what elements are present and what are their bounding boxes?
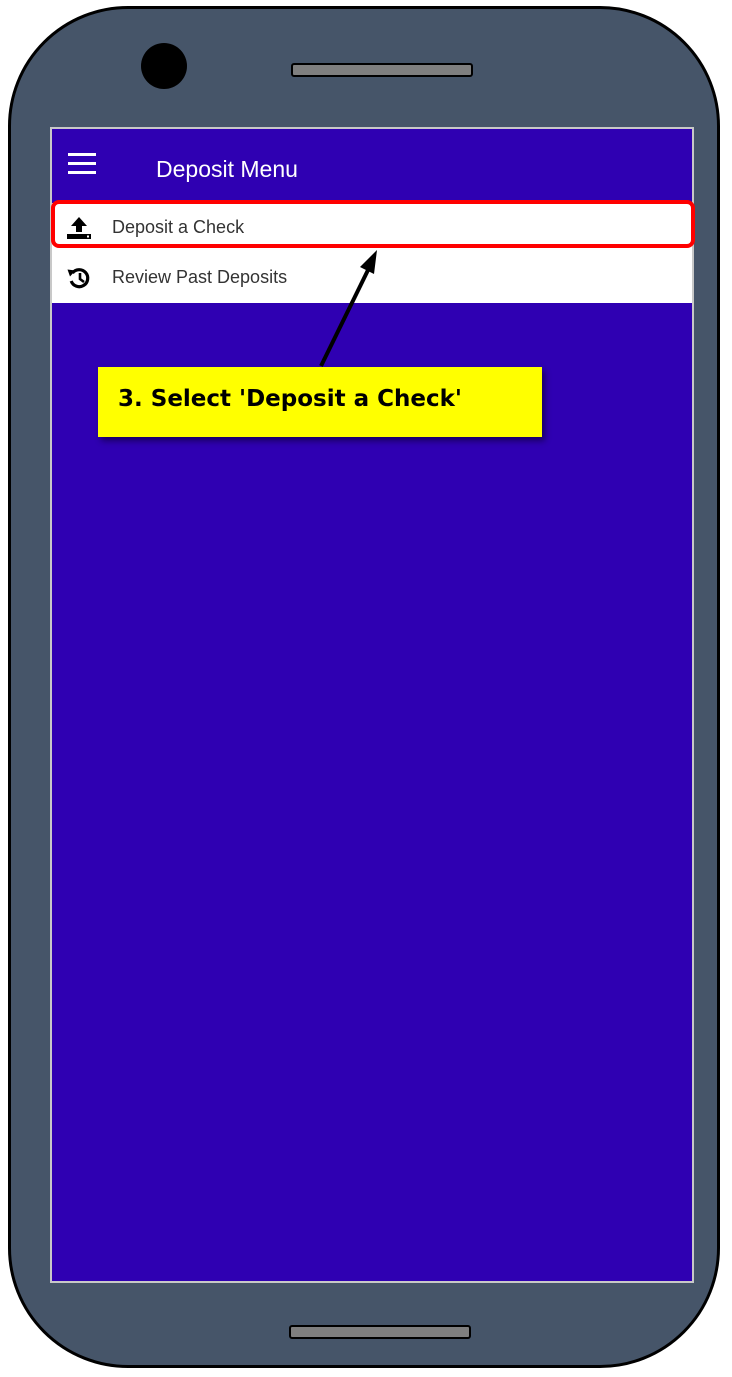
menu-item-review-past-deposits[interactable]: Review Past Deposits	[52, 253, 692, 303]
page-title: Deposit Menu	[156, 156, 298, 182]
upload-icon	[67, 217, 91, 239]
camera-icon	[141, 43, 187, 89]
speaker-grille	[291, 63, 473, 77]
app-bar: Deposit Menu	[52, 129, 692, 203]
hamburger-menu-icon[interactable]	[68, 153, 96, 175]
deposit-menu-list: Deposit a Check Review Past Deposits	[52, 203, 692, 303]
menu-item-deposit-a-check[interactable]: Deposit a Check	[52, 203, 692, 253]
history-icon	[67, 268, 90, 289]
instruction-callout: 3. Select 'Deposit a Check'	[98, 367, 542, 437]
home-bar	[289, 1325, 471, 1339]
callout-text: 3. Select 'Deposit a Check'	[118, 386, 462, 412]
menu-item-label: Review Past Deposits	[112, 267, 288, 287]
app-screen: Deposit Menu Deposit a Check Review Past…	[50, 127, 694, 1283]
menu-item-label: Deposit a Check	[112, 217, 245, 237]
